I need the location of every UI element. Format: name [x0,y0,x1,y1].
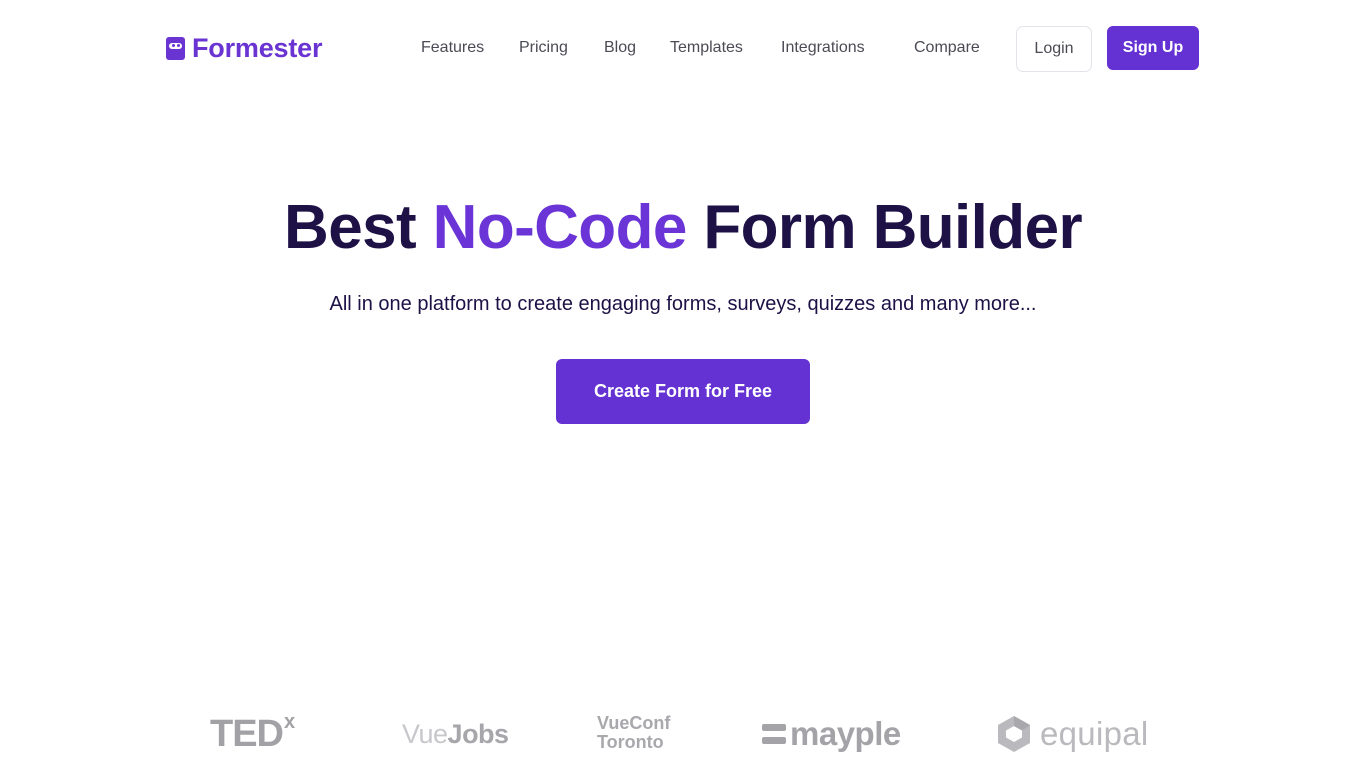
brand-name: Formester [192,32,323,63]
hero-title-accent: No-Code [432,193,688,262]
vueconf-logo-line2: Toronto [597,732,664,752]
vuejobs-logo: Vue Jobs [402,712,509,756]
vueconf-logo-line1: VueConf [597,713,671,733]
nav-integrations[interactable]: Integrations [781,38,865,58]
tedx-logo: TED x [210,710,296,756]
tedx-logo-main: TED [210,712,284,755]
hero-subtitle: All in one platform to create engaging f… [329,293,1037,315]
mayple-logo-name: mayple [790,715,901,752]
hero-title-start: Best [284,193,417,262]
hero-title: Best No-Code Form Builder [0,190,1366,266]
brand-logo-link[interactable]: Formester [166,30,322,66]
nav-pricing[interactable]: Pricing [519,38,568,58]
nav-templates[interactable]: Templates [670,38,743,58]
login-button[interactable]: Login [1016,26,1092,72]
vuejobs-logo-part1: Vue [402,718,448,749]
vueconf-toronto-logo: VueConf Toronto [597,714,670,758]
nav-compare[interactable]: Compare [914,38,980,58]
landing-page: Formester Features Pricing Blog Template… [0,0,1366,768]
hero-title-end: Form Builder [703,193,1082,262]
nav-blog[interactable]: Blog [604,38,636,58]
equipal-hexagon-icon [998,716,1030,752]
vuejobs-logo-part2: Jobs [447,718,510,749]
equipal-logo-name: equipal [1040,715,1149,752]
site-header: Formester Features Pricing Blog Template… [0,0,1366,96]
signup-button[interactable]: Sign Up [1107,26,1199,70]
create-form-button[interactable]: Create Form for Free [556,359,810,424]
equipal-logo: equipal [996,712,1149,756]
mayple-bars-icon [762,724,786,744]
tedx-logo-super: x [284,710,296,733]
formester-logo-icon [166,36,185,60]
mayple-logo: mayple [762,712,901,756]
nav-features[interactable]: Features [421,38,484,58]
